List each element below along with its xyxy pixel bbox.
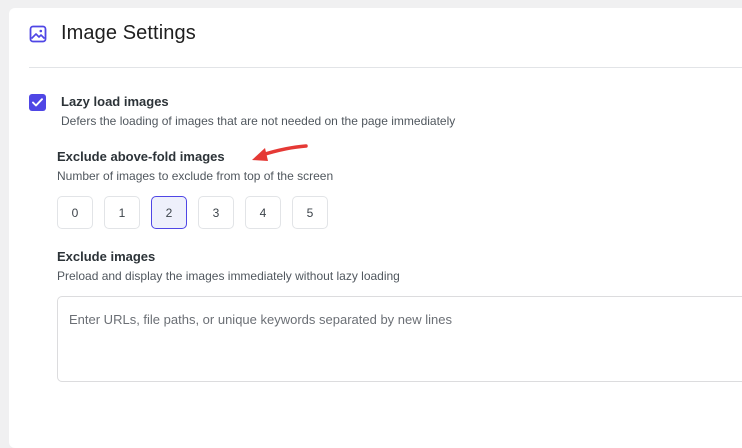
exclude-above-fold-label: Exclude above-fold images (57, 149, 225, 164)
lazy-load-label: Lazy load images (61, 94, 169, 109)
checkmark-icon (32, 98, 43, 107)
count-option-1[interactable]: 1 (104, 196, 140, 229)
lazy-load-checkbox[interactable] (29, 94, 46, 111)
exclude-images-description: Preload and display the images immediate… (57, 269, 400, 283)
count-option-5[interactable]: 5 (292, 196, 328, 229)
count-option-2[interactable]: 2 (151, 196, 187, 229)
count-option-0[interactable]: 0 (57, 196, 93, 229)
lazy-load-description: Defers the loading of images that are no… (61, 114, 456, 128)
annotation-arrow-icon (252, 144, 308, 161)
count-option-4[interactable]: 4 (245, 196, 281, 229)
exclude-above-fold-description: Number of images to exclude from top of … (57, 169, 334, 183)
settings-header: Image Settings (28, 22, 196, 45)
image-icon (28, 24, 48, 44)
above-fold-count-selector: 0 1 2 3 4 5 (57, 196, 328, 229)
exclude-images-textarea[interactable] (57, 296, 742, 382)
count-option-3[interactable]: 3 (198, 196, 234, 229)
exclude-images-label: Exclude images (57, 249, 156, 264)
header-divider (29, 67, 742, 68)
page-title: Image Settings (61, 22, 196, 44)
